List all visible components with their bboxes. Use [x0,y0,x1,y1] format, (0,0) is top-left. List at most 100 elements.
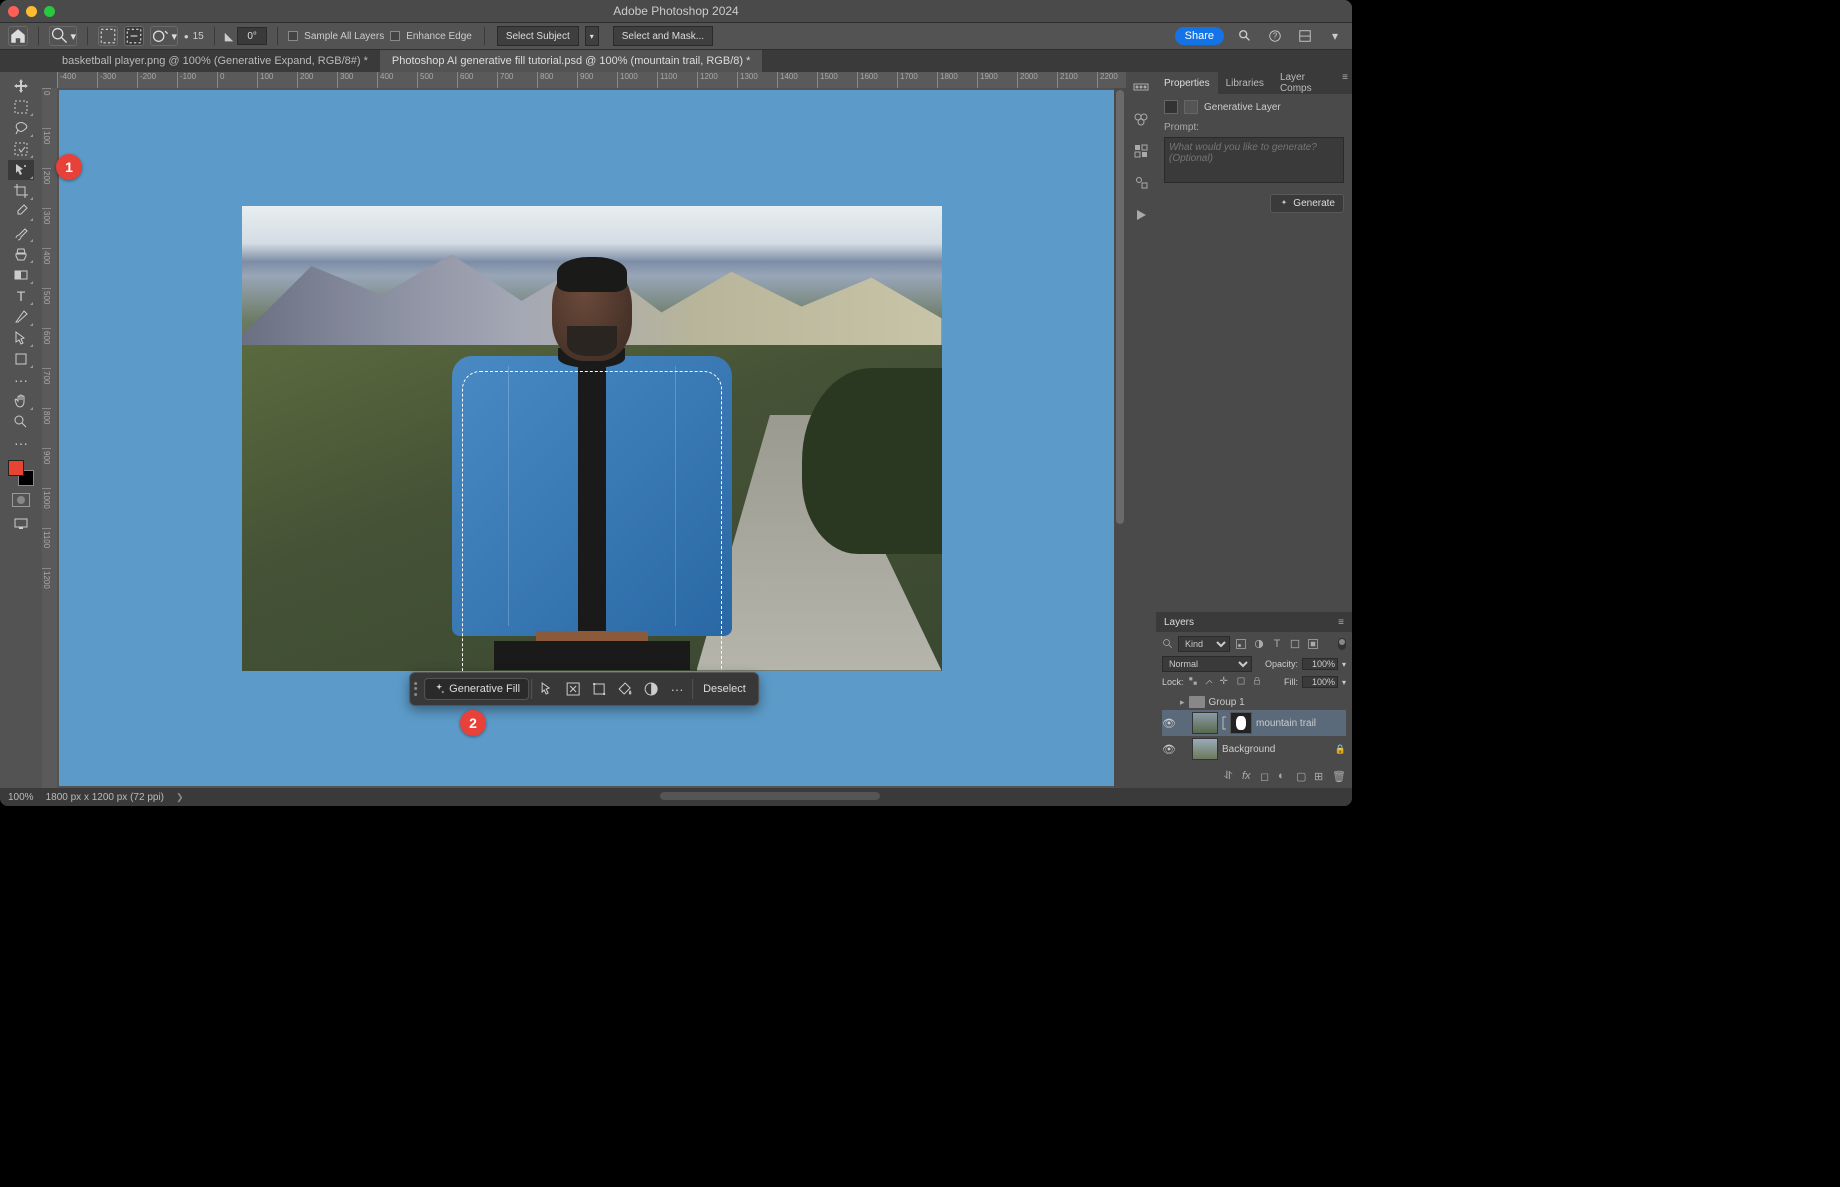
layer-fx-icon[interactable]: fx [1242,770,1256,784]
layer-group-row[interactable]: ▸ Group 1 [1162,694,1346,710]
layer-comps-tab[interactable]: Layer Comps [1272,72,1338,94]
layer-row[interactable]: 👁 mountain trail [1162,710,1346,736]
foreground-color-swatch[interactable] [8,460,24,476]
filter-pixel-icon[interactable] [1234,637,1248,651]
shape-tool[interactable] [8,349,34,369]
sample-all-layers-checkbox[interactable] [288,31,298,41]
visibility-toggle[interactable]: 👁 [1162,717,1176,730]
select-subject-icon[interactable] [534,677,560,701]
search-icon[interactable] [1236,27,1254,45]
brush-picker[interactable]: ▾ [150,26,178,46]
generate-button[interactable]: Generate [1270,194,1344,213]
document-tab[interactable]: basketball player.png @ 100% (Generative… [50,50,380,72]
panel-menu-icon[interactable]: ≡ [1338,72,1352,94]
new-adjustment-icon[interactable]: ◐ [1278,770,1292,784]
zoom-window-button[interactable] [44,6,55,17]
workspace-switcher-icon[interactable]: ▾ [1326,27,1344,45]
document-tab[interactable]: Photoshop AI generative fill tutorial.ps… [380,50,762,72]
lasso-tool[interactable] [8,118,34,138]
minimize-window-button[interactable] [26,6,37,17]
fill-icon[interactable] [612,677,638,701]
gradients-panel-icon[interactable] [1132,142,1150,160]
gradient-tool[interactable] [8,265,34,285]
layer-thumbnail[interactable] [1192,712,1218,734]
eyedropper-tool[interactable] [8,202,34,222]
add-selection-button[interactable] [98,26,118,46]
subtract-selection-button[interactable] [124,26,144,46]
layer-mask-thumbnail[interactable] [1230,712,1252,734]
canvas-vertical-scrollbar[interactable] [1114,88,1126,788]
visibility-toggle[interactable]: 👁 [1162,743,1176,756]
layer-thumbnail[interactable] [1192,738,1218,760]
remove-background-icon[interactable] [560,677,586,701]
home-button[interactable] [8,26,28,46]
patterns-panel-icon[interactable] [1132,174,1150,192]
swatches-panel-icon[interactable] [1132,110,1150,128]
add-mask-icon[interactable]: ◻ [1260,770,1274,784]
fill-input[interactable] [1302,676,1338,688]
ctb-drag-handle[interactable] [414,678,420,700]
hand-tool[interactable] [8,391,34,411]
share-button[interactable]: Share [1175,27,1224,45]
layers-menu-icon[interactable]: ≡ [1338,617,1344,628]
screen-mode-toggle[interactable] [8,514,34,534]
properties-tab[interactable]: Properties [1156,72,1218,94]
move-tool[interactable] [8,76,34,96]
type-tool[interactable]: T [8,286,34,306]
filter-adjust-icon[interactable] [1252,637,1266,651]
quick-select-tool[interactable] [8,160,34,180]
prompt-input[interactable] [1164,137,1344,183]
new-layer-icon[interactable]: ⊞ [1314,770,1328,784]
opacity-input[interactable] [1302,658,1338,670]
doc-info-chevron[interactable]: ❯ [176,792,184,803]
color-swatches[interactable] [8,460,34,486]
blend-mode-select[interactable]: Normal [1162,656,1252,672]
contextual-task-bar[interactable]: Generative Fill ··· Deselect [409,672,759,706]
filter-smart-icon[interactable] [1306,637,1320,651]
close-window-button[interactable] [8,6,19,17]
more-tools[interactable]: ··· [8,370,34,390]
adjustment-icon[interactable] [638,677,664,701]
clone-stamp-tool[interactable] [8,244,34,264]
doc-info[interactable]: 1800 px x 1200 px (72 ppi) [46,792,164,803]
filter-type-icon[interactable]: T [1270,637,1284,651]
layers-panel-header[interactable]: Layers ≡ [1156,612,1352,632]
brush-tool[interactable] [8,223,34,243]
vertical-ruler[interactable]: 0100200300400500600700800900100011001200 [42,88,57,788]
marquee-tool[interactable] [8,97,34,117]
color-panel-icon[interactable] [1132,78,1150,96]
select-and-mask-button[interactable]: Select and Mask... [613,26,713,46]
delete-layer-icon[interactable]: 🗑 [1332,770,1346,784]
lock-all-icon[interactable] [1252,676,1264,688]
filter-shape-icon[interactable] [1288,637,1302,651]
brush-angle-input[interactable] [237,27,267,45]
quick-mask-toggle[interactable] [12,493,30,507]
lock-artboard-icon[interactable] [1236,676,1248,688]
new-group-icon[interactable]: ▢ [1296,770,1310,784]
layer-filter-kind[interactable]: Kind [1178,636,1230,652]
lock-image-icon[interactable] [1204,676,1216,688]
link-layers-icon[interactable]: ⥯ [1224,770,1238,784]
horizontal-ruler[interactable]: -400-300-200-100010020030040050060070080… [57,72,1126,88]
select-subject-dropdown[interactable]: ▾ [585,26,599,46]
deselect-button[interactable]: Deselect [695,679,754,699]
more-options-icon[interactable]: ··· [664,677,690,701]
object-select-tool[interactable] [8,139,34,159]
lock-transparency-icon[interactable] [1188,676,1200,688]
enhance-edge-checkbox[interactable] [390,31,400,41]
play-panel-icon[interactable] [1132,206,1150,224]
arrange-docs-icon[interactable] [1296,27,1314,45]
select-subject-button[interactable]: Select Subject [497,26,579,46]
help-icon[interactable]: ? [1266,27,1284,45]
crop-tool[interactable] [8,181,34,201]
lock-position-icon[interactable]: ✛ [1220,676,1232,688]
generative-fill-button[interactable]: Generative Fill [424,678,529,700]
edit-toolbar[interactable]: ··· [8,433,34,453]
libraries-tab[interactable]: Libraries [1218,72,1272,94]
layer-row[interactable]: 👁 Background 🔒 [1162,736,1346,762]
pen-tool[interactable] [8,307,34,327]
horizontal-scrollbar[interactable] [660,792,880,800]
transform-icon[interactable] [586,677,612,701]
filter-toggle[interactable] [1338,638,1346,650]
zoom-level[interactable]: 100% [8,792,34,803]
